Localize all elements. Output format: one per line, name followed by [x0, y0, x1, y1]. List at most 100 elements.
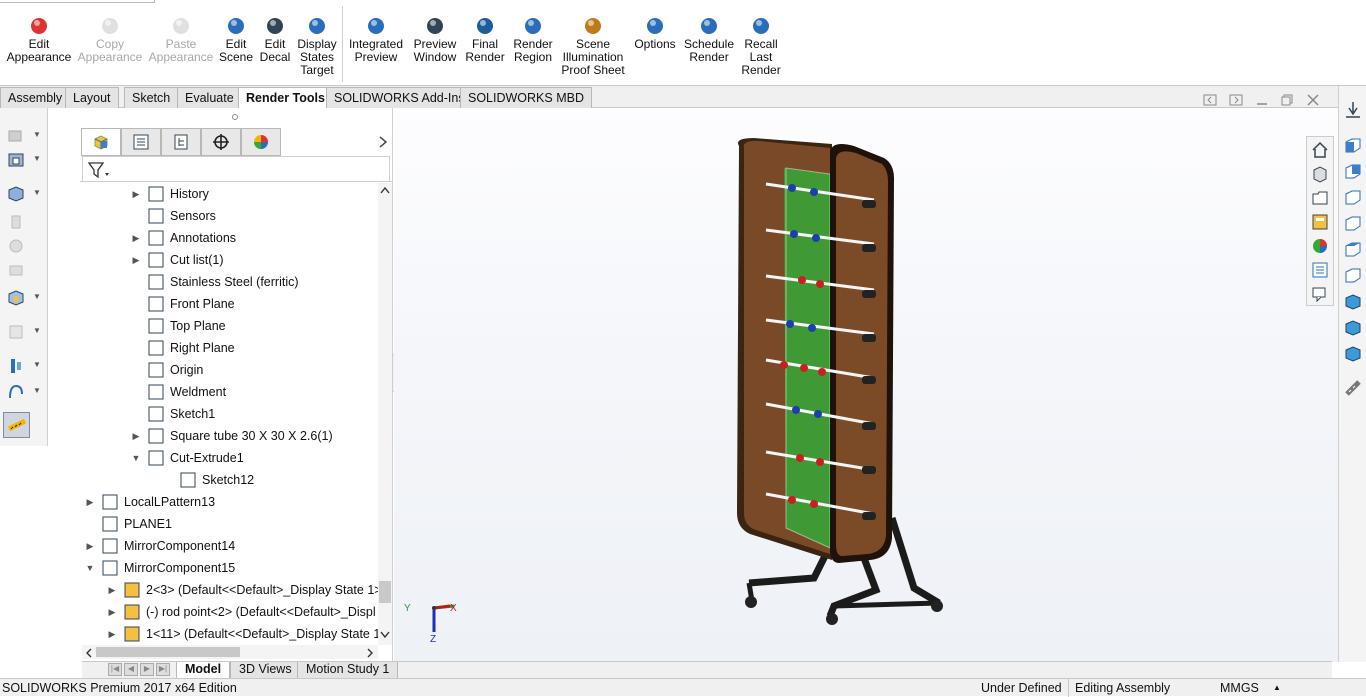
view-back-icon[interactable]: [1343, 162, 1363, 182]
mate-icon[interactable]: [6, 150, 26, 170]
file-explorer-icon[interactable]: [1311, 189, 1329, 207]
solidworks-forum-icon[interactable]: [1311, 285, 1329, 303]
view-dimetric-icon[interactable]: [1343, 344, 1363, 364]
tab-1[interactable]: Layout: [65, 87, 119, 108]
insert-component-icon[interactable]: [6, 126, 26, 146]
instant3d-icon[interactable]: [7, 415, 27, 435]
expand-arrow-icon[interactable]: ▶: [130, 183, 142, 205]
bill-of-materials-icon[interactable]: [6, 382, 26, 402]
ribbon-button-1[interactable]: Copy Appearance: [78, 16, 142, 64]
tree-item[interactable]: ▶ Square tube 30 X 30 X 2.6(1): [130, 425, 333, 447]
chevron-right-icon[interactable]: [377, 136, 389, 148]
tree-item[interactable]: Right Plane: [130, 337, 235, 359]
view-isometric-icon[interactable]: [1343, 292, 1363, 312]
ribbon-button-11[interactable]: Options: [633, 16, 677, 51]
tree-item[interactable]: PLANE1: [84, 513, 172, 535]
tab-property-manager[interactable]: [121, 128, 161, 156]
tree-item[interactable]: ▶ LocalLPattern13: [84, 491, 215, 513]
linear-pattern-dropdown-icon[interactable]: ▼: [33, 188, 41, 197]
tree-vertical-scrollbar[interactable]: [378, 183, 392, 645]
new-motion-study-icon[interactable]: [6, 356, 26, 376]
collapse-left-icon[interactable]: [1203, 93, 1217, 107]
filter-bar[interactable]: [82, 156, 390, 182]
ribbon-button-8[interactable]: Final Render: [465, 16, 505, 64]
tab-configuration-manager[interactable]: [161, 128, 201, 156]
design-library-icon[interactable]: [1311, 165, 1329, 183]
custom-properties-icon[interactable]: [1311, 261, 1329, 279]
bottom-tab-2[interactable]: Motion Study 1: [297, 662, 399, 679]
ribbon-button-10[interactable]: Scene Illumination Proof Sheet: [561, 16, 625, 77]
hscroll-thumb[interactable]: [96, 647, 240, 657]
tab-6[interactable]: SOLIDWORKS MBD: [460, 87, 592, 108]
view-front-icon[interactable]: [1343, 136, 1363, 156]
view-bottom-icon[interactable]: [1343, 266, 1363, 286]
bottom-tab-1[interactable]: 3D Views: [230, 662, 301, 679]
pin-icon[interactable]: [1343, 100, 1363, 120]
tree-item[interactable]: Sketch12: [162, 469, 254, 491]
tree-item[interactable]: ▼ Cut-Extrude1: [130, 447, 244, 469]
ribbon-button-4[interactable]: Edit Decal: [260, 16, 290, 64]
view-palette-icon[interactable]: [1311, 213, 1329, 231]
ribbon-button-3[interactable]: Edit Scene: [219, 16, 253, 64]
bottom-tab-0[interactable]: Model: [176, 662, 231, 679]
tree-item[interactable]: ▶ (-) rod point<2> (Default<<Default>_Dis…: [106, 601, 376, 623]
tab-5[interactable]: SOLIDWORKS Add-Ins: [326, 87, 473, 108]
unit-system[interactable]: MMGS: [1220, 679, 1259, 697]
tab-2[interactable]: Sketch: [124, 87, 179, 108]
ribbon-button-0[interactable]: Edit Appearance: [7, 16, 71, 64]
ribbon-button-9[interactable]: Render Region: [513, 16, 553, 64]
tree-item[interactable]: ▶ Cut list(1): [130, 249, 223, 271]
ribbon-button-5[interactable]: Display States Target: [297, 16, 337, 77]
tab-3[interactable]: Evaluate: [177, 87, 242, 108]
tab-display-manager[interactable]: [241, 128, 281, 156]
assembly-features-icon[interactable]: [6, 288, 26, 308]
view-trimetric-icon[interactable]: [1343, 318, 1363, 338]
view-top-icon[interactable]: [1343, 240, 1363, 260]
ribbon-button-13[interactable]: Recall Last Render: [741, 16, 781, 77]
tree-item[interactable]: ▶ History: [130, 183, 209, 205]
tree-item[interactable]: Sketch1: [130, 403, 215, 425]
view-right-icon[interactable]: [1343, 214, 1363, 234]
restore-icon[interactable]: [1280, 93, 1294, 107]
scroll-thumb[interactable]: [379, 581, 391, 603]
ribbon-button-12[interactable]: Schedule Render: [684, 16, 734, 64]
tree-item[interactable]: ▶ MirrorComponent14: [84, 535, 235, 557]
tree-item[interactable]: Top Plane: [130, 315, 226, 337]
expand-arrow-icon[interactable]: ▶: [130, 249, 142, 271]
tab-0[interactable]: Assembly: [0, 87, 71, 108]
scroll-right-icon[interactable]: [366, 648, 374, 658]
tab-dimxpert-manager[interactable]: [201, 128, 241, 156]
expand-arrow-icon[interactable]: ▶: [84, 491, 96, 513]
collapse-arrow-icon[interactable]: ▼: [130, 447, 142, 469]
scroll-left-icon[interactable]: [85, 648, 93, 658]
home-icon[interactable]: [1311, 141, 1329, 159]
tree-item[interactable]: Origin: [130, 359, 203, 381]
tree-item[interactable]: Sensors: [130, 205, 216, 227]
tree-item[interactable]: ▶ 1<11> (Default<<Default>_Display State …: [106, 623, 378, 645]
view-left-icon[interactable]: [1343, 188, 1363, 208]
minimize-icon[interactable]: [1255, 93, 1269, 107]
tab-feature-manager[interactable]: [81, 128, 121, 156]
linear-pattern-icon[interactable]: [6, 184, 26, 204]
motion-study-dropdown-icon[interactable]: ▼: [33, 360, 41, 369]
ribbon-button-7[interactable]: Preview Window: [413, 16, 457, 64]
unit-system-dropdown-icon[interactable]: ▲: [1273, 679, 1281, 697]
expand-arrow-icon[interactable]: ▶: [106, 601, 118, 623]
tree-horizontal-scrollbar[interactable]: [82, 645, 378, 659]
scroll-down-icon[interactable]: [380, 631, 390, 639]
tree-item[interactable]: Stainless Steel (ferritic): [130, 271, 299, 293]
tab-nav-arrows[interactable]: |◀ ◀ ▶ ▶|: [108, 663, 178, 677]
tree-item[interactable]: Weldment: [130, 381, 226, 403]
expand-arrow-icon[interactable]: ▶: [106, 623, 118, 645]
expand-arrow-icon[interactable]: ▶: [130, 425, 142, 447]
appearances-scenes-icon[interactable]: [1311, 237, 1329, 255]
expand-arrow-icon[interactable]: ▶: [130, 227, 142, 249]
foosball-table-model[interactable]: X Y Z: [394, 108, 1338, 662]
ribbon-button-6[interactable]: Integrated Preview: [348, 16, 404, 64]
tab-4[interactable]: Render Tools: [238, 87, 333, 108]
close-icon[interactable]: [1306, 93, 1320, 107]
collapse-arrow-icon[interactable]: ▼: [84, 557, 96, 579]
tree-item[interactable]: ▶ 2<3> (Default<<Default>_Display State 1…: [106, 579, 378, 601]
expand-arrow-icon[interactable]: ▶: [106, 579, 118, 601]
collapse-right-icon[interactable]: [1229, 93, 1243, 107]
